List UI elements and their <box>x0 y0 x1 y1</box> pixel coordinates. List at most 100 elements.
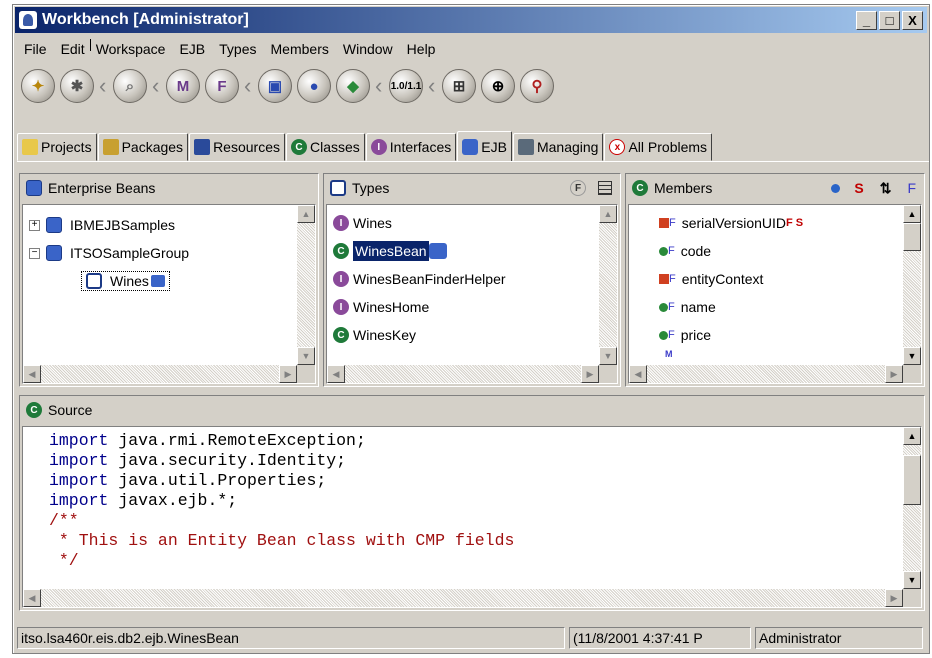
debug-icon[interactable]: ✱ <box>60 69 94 103</box>
menu-workspace[interactable]: Workspace <box>89 41 173 57</box>
list-item[interactable]: F code <box>629 237 921 265</box>
list-item[interactable]: F serialVersionUID F S <box>629 209 921 237</box>
search-flashlight-icon[interactable]: ⌕ <box>113 69 147 103</box>
tab-ejb[interactable]: EJB <box>457 131 512 162</box>
pane-header: Enterprise Beans <box>20 174 318 202</box>
vertical-scrollbar[interactable]: ▲ ▼ <box>599 205 617 365</box>
generate-icon[interactable]: ◆ <box>336 69 370 103</box>
code-line: import java.rmi.RemoteException; <box>49 431 921 451</box>
menu-edit[interactable]: Edit <box>54 41 92 57</box>
scroll-right-button[interactable]: ▶ <box>885 589 903 607</box>
scroll-up-button[interactable]: ▲ <box>903 427 921 445</box>
collapse-toggle[interactable]: − <box>29 247 40 259</box>
scroll-left-button[interactable]: ◀ <box>327 365 345 383</box>
list-item[interactable]: I WinesBeanFinderHelper <box>327 265 617 293</box>
tab-interfaces[interactable]: I Interfaces <box>365 133 457 161</box>
minimize-button[interactable]: _ <box>856 10 877 30</box>
menu-bar: File Edit Workspace EJB Types Members Wi… <box>17 37 442 61</box>
scroll-right-button[interactable]: ▶ <box>885 365 903 383</box>
vertical-scrollbar[interactable]: ▲ ▼ <box>903 205 921 365</box>
list-item[interactable]: C WinesKey <box>327 321 617 349</box>
sort-icon[interactable]: ⇅ <box>880 180 892 197</box>
scroll-left-button[interactable]: ◀ <box>23 365 41 383</box>
code-area[interactable]: import java.rmi.RemoteException; import j… <box>23 427 921 571</box>
export-icon[interactable]: ⊞ <box>442 69 476 103</box>
scroll-down-button[interactable]: ▼ <box>903 571 921 589</box>
members-list[interactable]: F serialVersionUID F S F code F entityCo… <box>628 204 922 384</box>
list-item[interactable]: F name <box>629 293 921 321</box>
scroll-up-button[interactable]: ▲ <box>903 205 921 223</box>
menu-members[interactable]: Members <box>264 41 336 57</box>
class-icon: C <box>26 402 42 418</box>
title-bar[interactable]: Workbench [Administrator] _ □ X <box>15 7 927 33</box>
team-icon[interactable]: ⚲ <box>520 69 554 103</box>
menu-ejb[interactable]: EJB <box>172 41 212 57</box>
tab-resources[interactable]: Resources <box>189 133 285 161</box>
tab-projects[interactable]: Projects <box>17 133 97 161</box>
menu-help[interactable]: Help <box>400 41 443 57</box>
scroll-down-button[interactable]: ▼ <box>297 347 315 365</box>
tab-classes[interactable]: C Classes <box>285 133 365 161</box>
list-item[interactable]: I Wines <box>327 209 617 237</box>
tab-packages[interactable]: Packages <box>97 133 189 161</box>
scroll-up-button[interactable]: ▲ <box>297 205 315 223</box>
problems-icon: x <box>609 139 626 155</box>
method-icon[interactable]: M <box>166 69 200 103</box>
tab-all-problems[interactable]: x All Problems <box>604 133 713 161</box>
source-editor[interactable]: import java.rmi.RemoteException; import j… <box>22 426 922 608</box>
pane-header: C Source <box>20 396 924 424</box>
keyword: import <box>49 451 109 470</box>
scroll-down-button[interactable]: ▼ <box>903 347 921 365</box>
list-item-selected[interactable]: C WinesBean <box>327 237 617 265</box>
new-bean-icon[interactable]: ▣ <box>258 69 292 103</box>
final-filter-icon[interactable]: F <box>907 180 916 196</box>
list-item[interactable]: I WinesHome <box>327 293 617 321</box>
list-item-label: WinesHome <box>353 299 430 315</box>
tab-managing[interactable]: Managing <box>512 133 604 161</box>
scroll-up-button[interactable]: ▲ <box>599 205 617 223</box>
menu-types[interactable]: Types <box>212 41 263 57</box>
scroll-left-button[interactable]: ◀ <box>629 365 647 383</box>
list-item[interactable]: F price <box>629 321 921 349</box>
list-item-label: name <box>680 299 716 315</box>
types-list[interactable]: I Wines C WinesBean I WinesBeanFinderHel… <box>326 204 618 384</box>
version-icon[interactable]: 1.0/1.1 <box>389 69 423 103</box>
beans-tree[interactable]: + IBMEJBSamples − ITSOSampleGroup Wines <box>22 204 316 384</box>
list-view-icon[interactable] <box>598 181 612 195</box>
web-icon[interactable]: ⊕ <box>481 69 515 103</box>
menu-file[interactable]: File <box>17 41 54 57</box>
tree-item[interactable]: Wines <box>23 267 315 295</box>
list-item[interactable]: F entityContext <box>629 265 921 293</box>
maximize-button[interactable]: □ <box>879 10 900 30</box>
horizontal-scrollbar[interactable]: ◀ ▶ <box>327 365 599 383</box>
public-filter-icon[interactable] <box>831 183 841 193</box>
new-ejb-group-icon[interactable]: ● <box>297 69 331 103</box>
toolbar-separator <box>152 71 162 101</box>
close-button[interactable]: X <box>902 10 923 30</box>
horizontal-scrollbar[interactable]: ◀ ▶ <box>23 589 903 607</box>
pane-header: C Members S ⇅ F <box>626 174 924 202</box>
horizontal-scrollbar[interactable]: ◀ ▶ <box>23 365 297 383</box>
scroll-left-button[interactable]: ◀ <box>23 589 41 607</box>
expand-toggle[interactable]: + <box>29 219 40 231</box>
workbench-app-icon[interactable] <box>19 11 37 29</box>
static-filter-icon[interactable]: S <box>854 180 863 196</box>
field-filter-icon[interactable]: F <box>570 180 586 196</box>
scroll-right-button[interactable]: ▶ <box>581 365 599 383</box>
method-marker: M <box>665 349 673 359</box>
scroll-thumb[interactable] <box>903 455 921 505</box>
field-icon[interactable]: F <box>205 69 239 103</box>
scroll-right-button[interactable]: ▶ <box>279 365 297 383</box>
vertical-scrollbar[interactable]: ▲ ▼ <box>297 205 315 365</box>
menu-window[interactable]: Window <box>336 41 400 57</box>
scroll-thumb[interactable] <box>903 223 921 251</box>
tree-item[interactable]: − ITSOSampleGroup <box>23 239 315 267</box>
scroll-down-button[interactable]: ▼ <box>599 347 617 365</box>
list-item-partial[interactable]: M <box>629 349 921 359</box>
tree-item[interactable]: + IBMEJBSamples <box>23 211 315 239</box>
code-line: import java.security.Identity; <box>49 451 921 471</box>
horizontal-scrollbar[interactable]: ◀ ▶ <box>629 365 903 383</box>
vertical-scrollbar[interactable]: ▲ ▼ <box>903 427 921 589</box>
managing-icon <box>517 139 534 155</box>
run-icon[interactable]: ✦ <box>21 69 55 103</box>
